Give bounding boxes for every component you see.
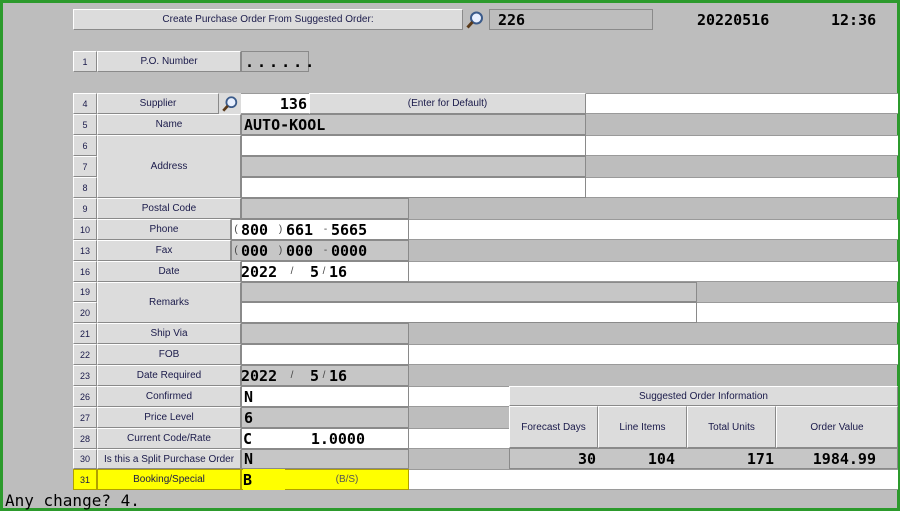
split-po-label: Is this a Split Purchase Order [97,449,241,469]
po-number-label: P.O. Number [97,51,241,72]
slash: / [322,370,326,381]
slash: / [322,266,326,277]
forecast-days-value: 30 [577,449,596,468]
search-order-button[interactable] [463,9,487,30]
confirmed-label: Confirmed [97,386,241,407]
phone-label: Phone [97,219,231,240]
currency-label: Current Code/Rate [97,428,241,449]
suggested-header: Line Items [598,406,687,448]
command-prompt[interactable]: Any change? 4. [5,490,405,510]
paren-open: ( [234,245,238,256]
header-date: 20220516 [697,10,770,29]
dash: - [323,245,328,256]
field-number: 23 [73,365,97,386]
field-number: 21 [73,323,97,344]
suggested-header: Order Value [776,406,898,448]
po-number-value[interactable]: ...... [241,51,314,72]
supplier-label: Supplier [97,93,219,114]
date-month: 5 [309,262,319,281]
field-number: 16 [73,261,97,282]
phone-prefix: 661 [286,220,314,239]
fax-area: 000 [241,241,269,260]
postal-code-label: Postal Code [97,198,241,219]
order-value: 1984.99 [812,449,876,468]
address-line-3[interactable] [241,177,586,198]
field-number: 13 [73,240,97,261]
date-required-day: 16 [329,366,348,385]
fob-value[interactable] [241,344,409,365]
split-po-value[interactable]: N [241,449,409,469]
field-number: 30 [73,449,97,469]
remarks-line-2[interactable] [241,302,697,323]
field-number: 19 [73,282,97,302]
field-number: 28 [73,428,97,449]
slash: / [290,266,294,277]
field-number: 5 [73,114,97,135]
price-level-value[interactable]: 6 [241,407,409,428]
supplier-hint: (Enter for Default) [309,93,586,114]
line-items-value: 104 [647,449,675,468]
name-value[interactable]: AUTO-KOOL [241,114,586,135]
field-number: 9 [73,198,97,219]
booking-value: B [243,469,285,490]
date-required-label: Date Required [97,365,241,386]
remarks-label: Remarks [97,282,241,323]
total-units-value: 171 [746,449,774,468]
address-line-2[interactable] [241,156,586,177]
currency-rate: 1.0000 [310,429,365,448]
remarks-line-1[interactable] [241,282,697,302]
name-label: Name [97,114,241,135]
supplier-lookup-button[interactable] [219,93,241,114]
field-number: 27 [73,407,97,428]
field-number: 20 [73,302,97,323]
phone-line: 5665 [331,220,368,239]
ship-via-value[interactable] [241,323,409,344]
field-number: 4 [73,93,97,114]
field-number: 26 [73,386,97,407]
field-number: 31 [73,469,97,490]
magnifier-icon [222,95,238,112]
field-number: 22 [73,344,97,365]
fax-line: 0000 [331,241,368,260]
postal-code-value[interactable] [241,198,409,219]
window-frame: Create Purchase Order From Suggested Ord… [0,0,900,511]
booking-hint: (B/S) [335,474,359,485]
ship-via-label: Ship Via [97,323,241,344]
date-required-month: 5 [309,366,319,385]
date-year: 2022 [241,262,278,281]
field-number: 7 [73,156,97,177]
date-required-year: 2022 [241,366,278,385]
currency-code: C [243,429,253,448]
field-number: 1 [73,51,97,72]
date-label: Date [97,261,241,282]
fax-prefix: 000 [286,241,314,260]
slash: / [290,370,294,381]
paren-open: ( [234,224,238,235]
suggested-title: Suggested Order Information [509,386,898,406]
address-label: Address [97,135,241,198]
fob-label: FOB [97,344,241,365]
phone-area: 800 [241,220,269,239]
field-number: 10 [73,219,97,240]
price-level-label: Price Level [97,407,241,428]
field-number: 8 [73,177,97,198]
fax-label: Fax [97,240,231,261]
suggested-header: Total Units [687,406,776,448]
paren-close: ) [278,224,283,235]
header-time: 12:36 [831,10,877,29]
header-title: Create Purchase Order From Suggested Ord… [73,9,463,30]
field-number: 6 [73,135,97,156]
address-line-1[interactable] [241,135,586,156]
booking-label: Booking/Special [97,469,241,490]
order-number-value: 226 [489,9,653,30]
magnifier-icon [466,11,483,29]
confirmed-value[interactable]: N [241,386,409,407]
date-day: 16 [329,262,348,281]
paren-close: ) [278,245,283,256]
dash: - [323,224,328,235]
supplier-value[interactable]: 136 [241,93,309,114]
suggested-header: Forecast Days [509,406,598,448]
